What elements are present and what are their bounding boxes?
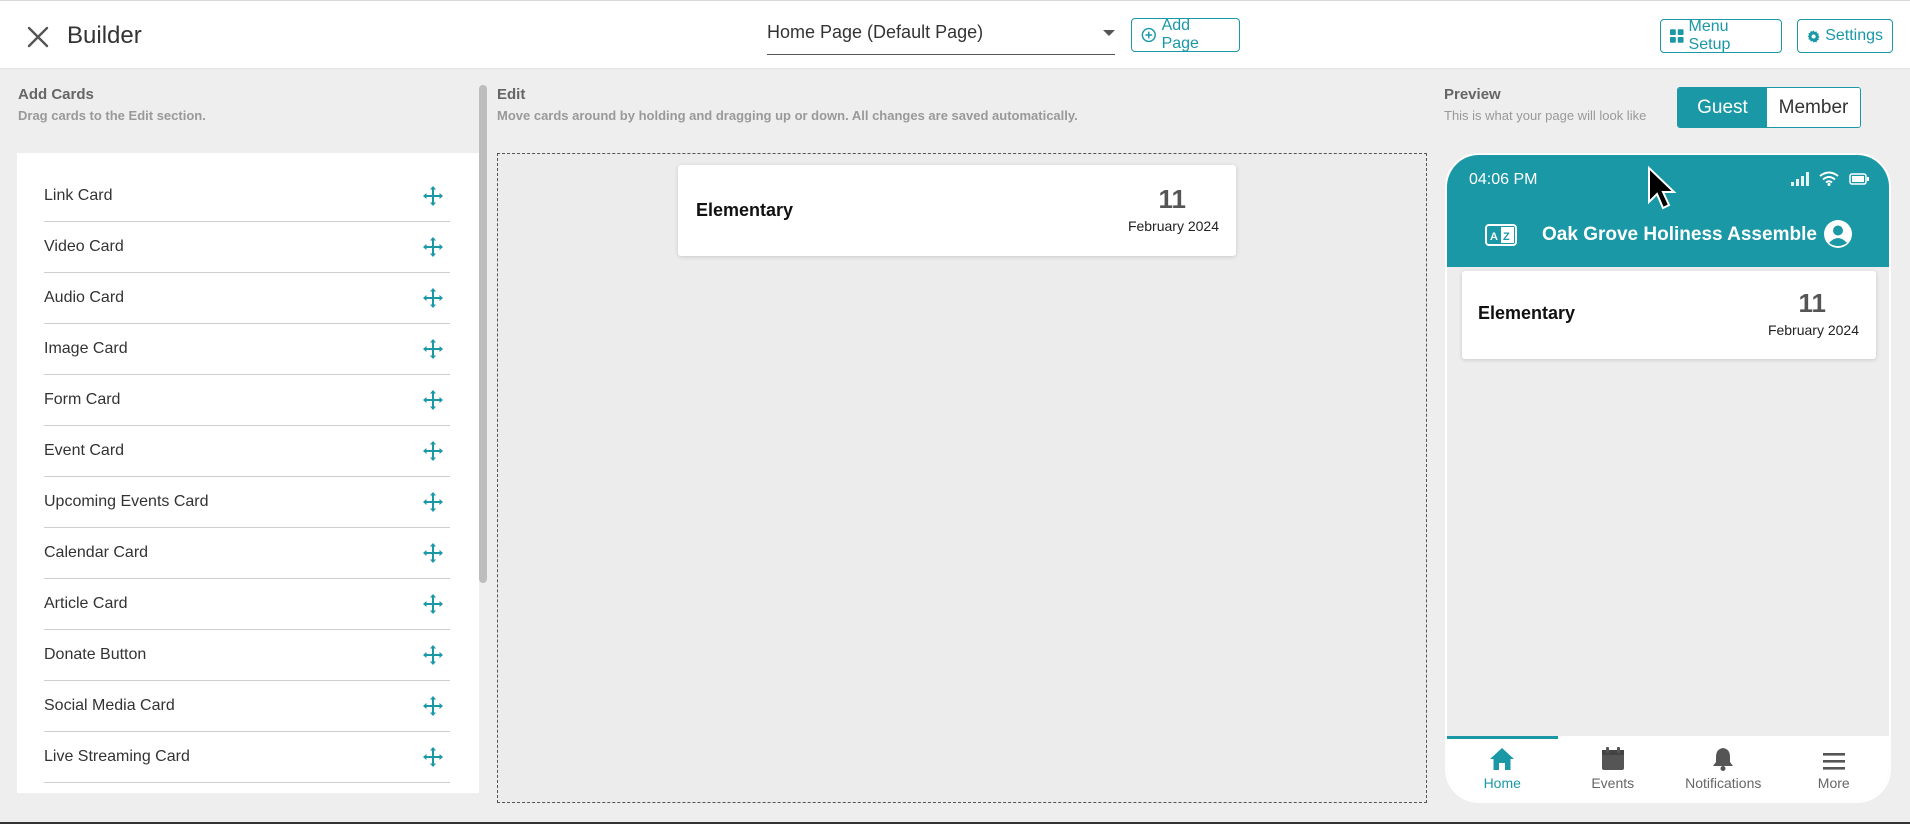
move-icon — [423, 645, 443, 665]
move-icon — [423, 543, 443, 563]
card-label: Image Card — [44, 340, 128, 357]
add-cards-title: Add Cards — [18, 86, 94, 103]
page-select-value: Home Page (Default Page) — [767, 22, 984, 42]
move-icon — [423, 696, 443, 716]
preview-subtitle: This is what your page will look like — [1444, 108, 1647, 123]
card-label: Upcoming Events Card — [44, 493, 209, 510]
card-label: Video Card — [44, 238, 124, 255]
event-card-month: February 2024 — [1127, 218, 1219, 234]
event-card-day: 11 — [1158, 184, 1187, 214]
list-item-donate-button[interactable]: Donate Button — [44, 630, 450, 681]
phone-preview: 04:06 PM AZ Oak Grove Holiness Assemble … — [1445, 153, 1891, 803]
event-card-name: Elementary — [696, 200, 794, 220]
close-icon — [27, 26, 49, 48]
card-label: Form Card — [44, 391, 121, 408]
add-cards-list: Link Card Video Card Audio Card Image Ca… — [17, 153, 479, 793]
svg-text:A: A — [1490, 231, 1498, 243]
menu-icon — [1822, 753, 1845, 770]
close-button[interactable] — [22, 21, 54, 53]
move-icon — [423, 186, 443, 206]
nav-more-label: More — [1817, 775, 1850, 791]
battery-icon — [1849, 172, 1869, 185]
nav-events[interactable]: Events — [1558, 736, 1669, 801]
nav-notifications[interactable]: Notifications — [1668, 736, 1779, 801]
list-item-event-card[interactable]: Event Card — [44, 426, 450, 477]
move-icon — [423, 390, 443, 410]
page-select-dropdown[interactable]: Home Page (Default Page) — [767, 18, 1115, 55]
phone-bottom-nav: Home Events Notifications More — [1447, 736, 1889, 801]
preview-event-name: Elementary — [1478, 303, 1576, 323]
edit-subtitle: Move cards around by holding and draggin… — [497, 108, 1078, 123]
card-label: Social Media Card — [44, 697, 175, 714]
settings-button[interactable]: Settings — [1797, 19, 1893, 53]
page-title: Builder — [67, 22, 142, 49]
profile-icon[interactable] — [1823, 219, 1853, 249]
list-item-social-media-card[interactable]: Social Media Card — [44, 681, 450, 732]
phone-status-icons — [1791, 171, 1869, 186]
menu-setup-button[interactable]: Menu Setup — [1660, 18, 1782, 53]
edit-event-card[interactable]: Elementary 11 February 2024 — [678, 165, 1236, 256]
card-label: Article Card — [44, 595, 128, 612]
card-label: Link Card — [44, 187, 113, 204]
move-icon — [423, 237, 443, 257]
edit-title: Edit — [497, 86, 526, 103]
list-item-form-card[interactable]: Form Card — [44, 375, 450, 426]
list-item-live-streaming-card[interactable]: Live Streaming Card — [44, 732, 450, 783]
mouse-cursor-icon — [1648, 166, 1677, 210]
top-bar: Builder Home Page (Default Page) Add Pag… — [0, 0, 1910, 69]
add-cards-subtitle: Drag cards to the Edit section. — [18, 108, 206, 123]
nav-notifications-label: Notifications — [1685, 775, 1762, 791]
move-icon — [423, 594, 443, 614]
list-item-video-card[interactable]: Video Card — [44, 222, 450, 273]
card-label: Donate Button — [44, 646, 147, 663]
app-title: Oak Grove Holiness Assemble — [1542, 224, 1817, 245]
move-icon — [423, 441, 443, 461]
nav-events-label: Events — [1591, 775, 1635, 791]
preview-event-month: February 2024 — [1767, 322, 1859, 338]
preview-title: Preview — [1444, 86, 1501, 103]
card-label: Calendar Card — [44, 544, 149, 561]
card-label: Event Card — [44, 442, 125, 459]
nav-home-label: Home — [1483, 775, 1521, 791]
audience-toggle: Guest Member — [1677, 87, 1861, 128]
card-label: Audio Card — [44, 289, 125, 306]
member-toggle-button[interactable]: Member — [1767, 88, 1860, 127]
signal-icon — [1791, 171, 1809, 186]
list-item-image-card[interactable]: Image Card — [44, 324, 450, 375]
grid-icon — [1670, 29, 1684, 43]
list-item-article-card[interactable]: Article Card — [44, 579, 450, 630]
calendar-icon — [1601, 747, 1624, 770]
settings-label: Settings — [1825, 27, 1883, 44]
move-icon — [423, 492, 443, 512]
wifi-icon — [1819, 171, 1839, 186]
card-label: Live Streaming Card — [44, 748, 190, 765]
move-icon — [423, 747, 443, 767]
chevron-down-icon — [1103, 30, 1115, 36]
nav-more[interactable]: More — [1779, 736, 1890, 801]
edit-drop-zone[interactable]: Elementary 11 February 2024 — [497, 153, 1427, 803]
add-page-button[interactable]: Add Page — [1131, 17, 1240, 52]
plus-circle-icon — [1141, 27, 1156, 43]
menu-setup-label: Menu Setup — [1688, 18, 1731, 53]
move-icon — [423, 288, 443, 308]
cards-scrollbar[interactable] — [479, 85, 487, 583]
list-item-audio-card[interactable]: Audio Card — [44, 273, 450, 324]
list-item-calendar-card[interactable]: Calendar Card — [44, 528, 450, 579]
preview-event-day: 11 — [1798, 288, 1827, 318]
bell-icon — [1713, 748, 1734, 771]
nav-home[interactable]: Home — [1447, 736, 1558, 801]
list-item-link-card[interactable]: Link Card — [44, 171, 450, 222]
list-item-upcoming-events-card[interactable]: Upcoming Events Card — [44, 477, 450, 528]
gear-icon — [1807, 29, 1820, 43]
phone-time: 04:06 PM — [1469, 171, 1538, 188]
svg-text:Z: Z — [1503, 231, 1510, 243]
add-page-label: Add Page — [1161, 17, 1199, 52]
guest-toggle-button[interactable]: Guest — [1678, 88, 1767, 127]
home-icon — [1490, 748, 1515, 770]
translate-icon[interactable]: AZ — [1485, 224, 1517, 246]
move-icon — [423, 339, 443, 359]
preview-event-card[interactable]: Elementary 11 February 2024 — [1462, 271, 1876, 359]
